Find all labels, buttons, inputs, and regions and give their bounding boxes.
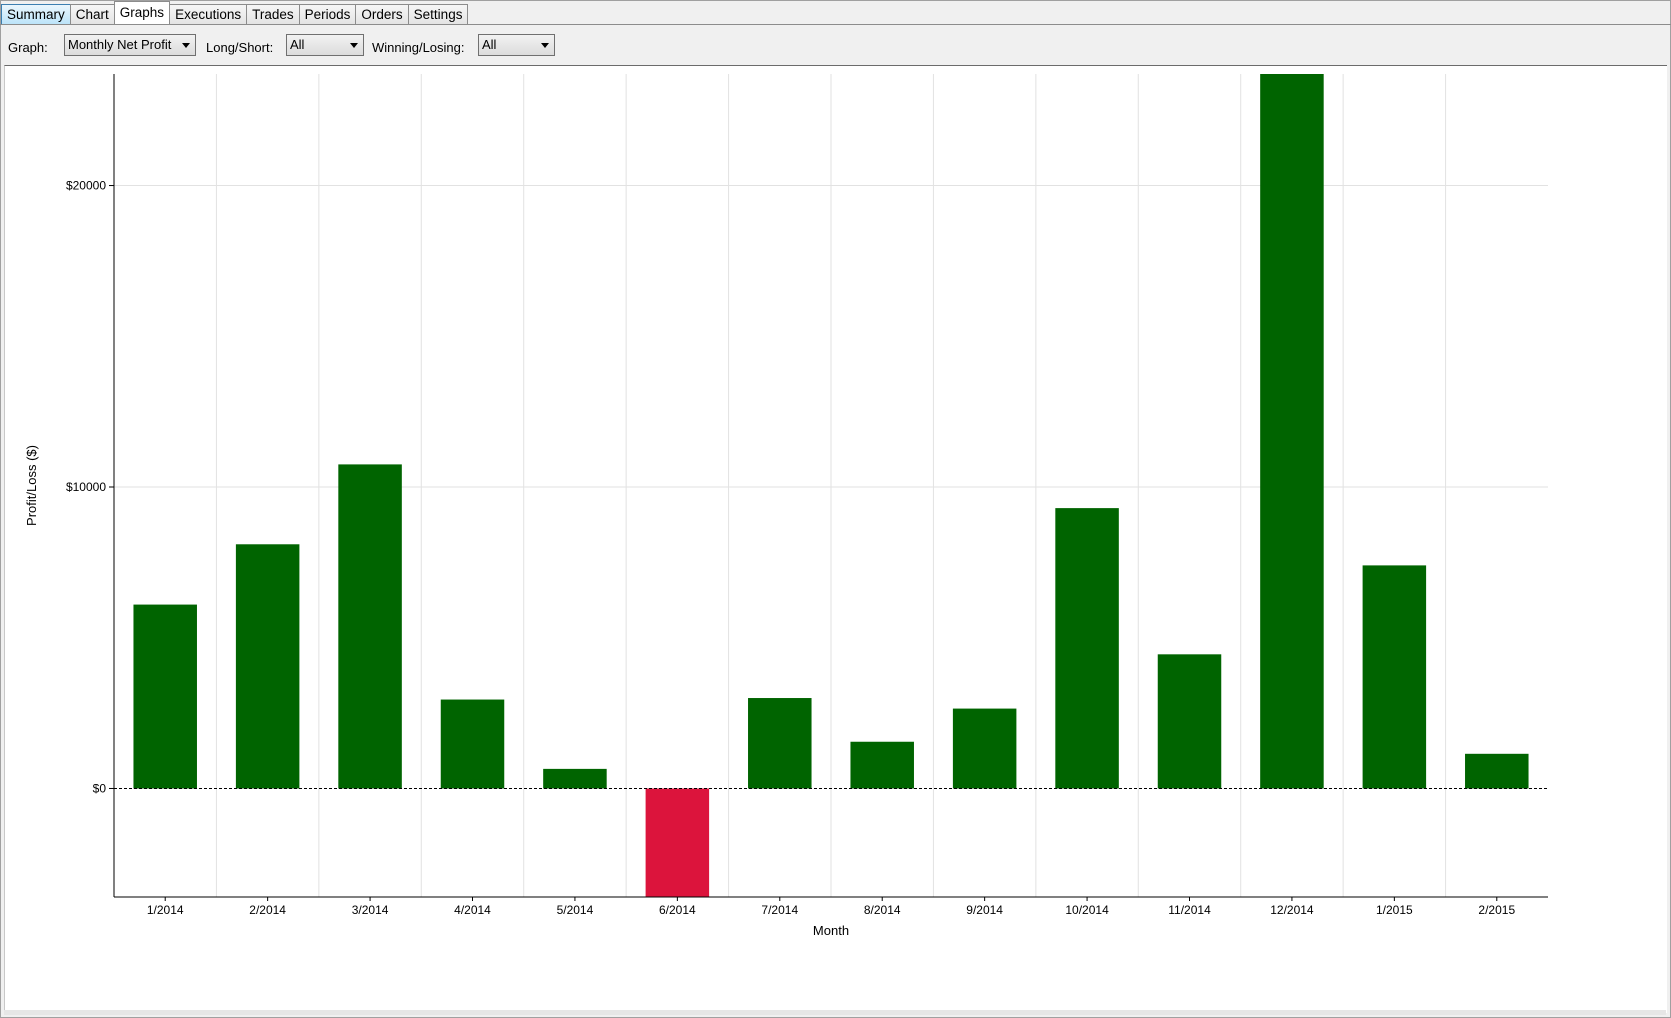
x-axis-label: Month xyxy=(813,923,849,938)
y-ticks: $0 $10000 $20000 xyxy=(66,179,114,795)
bar xyxy=(338,464,402,789)
y-tick-label: $10000 xyxy=(66,480,106,494)
tab-graphs[interactable]: Graphs xyxy=(113,1,171,24)
x-tick-label: 9/2014 xyxy=(966,903,1003,917)
bar xyxy=(952,708,1017,789)
longshort-label: Long/Short: xyxy=(206,40,274,55)
bar xyxy=(850,741,914,789)
graph-label: Graph: xyxy=(8,40,48,55)
x-ticks: 1/2014 2/2014 3/2014 4/2014 5/2014 6/2014 7/20… xyxy=(147,897,1515,917)
winlose-select[interactable]: All xyxy=(478,34,555,56)
longshort-select-value: All xyxy=(290,37,305,52)
chevron-down-icon xyxy=(541,43,549,48)
winlose-select-value: All xyxy=(482,37,497,52)
bar xyxy=(1465,753,1529,789)
chevron-down-icon xyxy=(182,43,190,48)
y-axis-label: Profit/Loss ($) xyxy=(24,445,39,526)
bar xyxy=(440,699,505,789)
bar-chart: $0 $10000 $20000 1/2014 2/2014 3/2014 4/2014 5… xyxy=(24,74,1548,938)
bar xyxy=(1157,654,1222,789)
bar xyxy=(235,544,300,789)
tab-orders[interactable]: Orders xyxy=(355,4,409,24)
x-tick-label: 12/2014 xyxy=(1270,903,1314,917)
panel-bottom-edge xyxy=(4,1010,1666,1015)
bar xyxy=(1055,508,1119,789)
chevron-down-icon xyxy=(350,43,358,48)
y-tick-label: $0 xyxy=(93,781,107,795)
bar xyxy=(1362,565,1427,789)
tab-trades[interactable]: Trades xyxy=(246,4,300,24)
winlose-label: Winning/Losing: xyxy=(372,40,465,55)
x-tick-label: 10/2014 xyxy=(1065,903,1109,917)
x-tick-label: 3/2014 xyxy=(352,903,389,917)
longshort-select[interactable]: All xyxy=(286,34,364,56)
x-tick-label: 6/2014 xyxy=(659,903,696,917)
y-tick-label: $20000 xyxy=(66,179,106,193)
chart-panel: $0 $10000 $20000 1/2014 2/2014 3/2014 4/2014 5… xyxy=(4,65,1667,1013)
graph-toolbar: Graph: Monthly Net Profit Long/Short: Al… xyxy=(0,26,1669,64)
x-tick-label: 2/2015 xyxy=(1478,903,1515,917)
tab-settings[interactable]: Settings xyxy=(407,4,469,24)
graph-select[interactable]: Monthly Net Profit xyxy=(64,34,196,56)
grid xyxy=(114,74,1548,897)
tab-executions[interactable]: Executions xyxy=(169,4,248,24)
x-tick-label: 1/2015 xyxy=(1376,903,1413,917)
x-tick-label: 5/2014 xyxy=(557,903,594,917)
x-tick-label: 8/2014 xyxy=(864,903,901,917)
bar xyxy=(748,698,812,789)
tab-divider xyxy=(0,24,1671,25)
tab-periods[interactable]: Periods xyxy=(298,4,357,24)
bar xyxy=(1260,74,1324,789)
x-tick-label: 11/2014 xyxy=(1168,903,1211,917)
x-tick-label: 1/2014 xyxy=(147,903,184,917)
tab-chart[interactable]: Chart xyxy=(69,4,115,24)
x-tick-label: 7/2014 xyxy=(761,903,798,917)
x-tick-label: 2/2014 xyxy=(249,903,286,917)
bar xyxy=(645,788,710,897)
tab-strip: Summary Chart Graphs Executions Trades P… xyxy=(1,1,469,24)
tab-summary[interactable]: Summary xyxy=(1,4,71,24)
bar xyxy=(133,604,197,789)
graph-select-value: Monthly Net Profit xyxy=(68,37,172,52)
bar xyxy=(543,768,607,789)
x-tick-label: 4/2014 xyxy=(454,903,491,917)
